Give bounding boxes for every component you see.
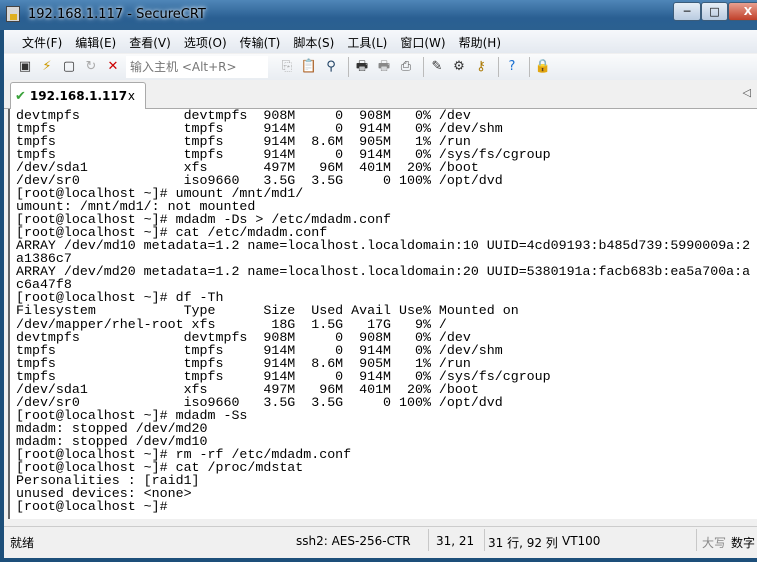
status-divider	[484, 529, 485, 551]
toolbar-divider	[529, 57, 530, 77]
menu-transfer[interactable]: 传输(T)	[234, 30, 286, 53]
status-cursor-position: 31, 21	[436, 534, 475, 548]
status-ready: 就绪	[10, 536, 35, 550]
toolbar-divider	[498, 57, 499, 77]
terminal-output: devtmpfs devtmpfs 908M 0 908M 0% /dev tmp…	[16, 109, 750, 513]
terminal-line: devtmpfs devtmpfs 908M 0 908M 0% /dev	[16, 329, 471, 345]
menu-window[interactable]: 窗口(W)	[394, 30, 450, 53]
host-input[interactable]	[126, 56, 268, 78]
terminal-line: /dev/sr0 iso9660 3.5G 3.5G 0 100% /opt/d…	[16, 394, 503, 410]
status-emulation: VT100	[562, 534, 601, 548]
app-frame: 文件(F) 编辑(E) 查看(V) 选项(O) 传输(T) 脚本(S) 工具(L…	[4, 30, 757, 558]
terminal-line: [root@localhost ~]# rm -rf /etc/mdadm.co…	[16, 446, 352, 462]
menu-tools[interactable]: 工具(L)	[341, 30, 392, 53]
terminal-view[interactable]: devtmpfs devtmpfs 908M 0 908M 0% /dev tmp…	[8, 109, 757, 519]
disconnect-icon[interactable]: ✕	[104, 58, 122, 76]
terminal-line: /dev/sda1 xfs 497M 96M 401M 20% /boot	[16, 381, 479, 397]
status-bar: 就绪 ssh2: AES-256-CTR 31, 21 31 行, 92 列 V…	[4, 526, 757, 554]
menu-script[interactable]: 脚本(S)	[287, 30, 339, 53]
global-options-icon[interactable]: ⚙	[450, 58, 468, 76]
session-tab-bar: ✔ 192.168.1.117 x ◁	[4, 80, 757, 109]
print-icon[interactable]: ⎙	[397, 58, 415, 76]
terminal-line: mdadm: stopped /dev/md20	[16, 420, 208, 436]
terminal-line: [root@localhost ~]# mdadm -Ss	[16, 407, 248, 423]
print-screen-icon[interactable]: 🖶	[353, 58, 371, 76]
status-divider	[696, 529, 697, 551]
terminal-line: mdadm: stopped /dev/md10	[16, 433, 208, 449]
terminal-line: unused devices: <none>	[16, 485, 192, 501]
securecrt-app-icon	[6, 6, 20, 22]
menu-edit[interactable]: 编辑(E)	[69, 30, 121, 53]
sftp-icon[interactable]: 🔒	[534, 58, 552, 76]
toolbar: ▣ ⚡ ▢ ↻ ✕ ⎘ 📋 ⚲ 🖶 🖶 ⎙ ✎ ⚙ ⚷ ? 🔒	[4, 54, 757, 80]
connect-in-tab-icon[interactable]: ▢	[60, 58, 78, 76]
print-selection-icon[interactable]: 🖶	[375, 58, 393, 76]
status-num-lock: 数字	[731, 536, 756, 550]
find-icon[interactable]: ⚲	[322, 58, 340, 76]
terminal-line: Personalities : [raid1]	[16, 472, 200, 488]
terminal-line: ARRAY /dev/md20 metadata=1.2 name=localh…	[16, 264, 751, 280]
reconnect-icon[interactable]: ↻	[82, 58, 100, 76]
menu-bar: 文件(F) 编辑(E) 查看(V) 选项(O) 传输(T) 脚本(S) 工具(L…	[4, 30, 757, 53]
terminal-line: tmpfs tmpfs 914M 0 914M 0% /dev/shm	[16, 342, 503, 358]
quick-connect-icon[interactable]: ⚡	[38, 58, 56, 76]
title-bar: 192.168.1.117 - SecureCRT ─ □ X	[0, 0, 757, 30]
terminal-line: tmpfs tmpfs 914M 8.6M 905M 1% /run	[16, 355, 471, 371]
status-cipher: ssh2: AES-256-CTR	[296, 534, 411, 548]
help-icon[interactable]: ?	[503, 58, 521, 76]
copy-icon[interactable]: ⎘	[278, 58, 296, 76]
maximize-button[interactable]: □	[701, 2, 728, 21]
close-button[interactable]: X	[728, 2, 757, 21]
terminal-line: tmpfs tmpfs 914M 0 914M 0% /sys/fs/cgrou…	[16, 368, 551, 384]
minimize-button[interactable]: ─	[673, 2, 701, 21]
terminal-line: Filesystem Type Size Used Avail Use% Mou…	[16, 303, 519, 319]
terminal-line: [root@localhost ~]#	[16, 498, 168, 514]
window-title: 192.168.1.117 - SecureCRT	[28, 7, 206, 22]
status-caps-lock: 大写	[702, 536, 727, 550]
tab-scroll-left-icon[interactable]: ◁	[743, 86, 751, 99]
toolbar-divider	[423, 57, 424, 77]
paste-icon[interactable]: 📋	[300, 58, 318, 76]
connect-icon[interactable]: ▣	[16, 58, 34, 76]
menu-file[interactable]: 文件(F)	[16, 30, 67, 53]
menu-view[interactable]: 查看(V)	[123, 30, 176, 53]
menu-help[interactable]: 帮助(H)	[453, 30, 506, 53]
menu-options[interactable]: 选项(O)	[178, 30, 232, 53]
tab-label: 192.168.1.117	[29, 89, 128, 103]
terminal-line: /dev/mapper/rhel-root xfs 18G 1.5G 17G 9…	[16, 316, 447, 332]
toolbar-divider	[348, 57, 349, 77]
key-icon[interactable]: ⚷	[472, 58, 490, 76]
terminal-line: ARRAY /dev/md10 metadata=1.2 name=localh…	[16, 238, 751, 254]
terminal-line: [root@localhost ~]# cat /proc/mdstat	[16, 459, 304, 475]
tab-session[interactable]: ✔ 192.168.1.117 x	[10, 82, 146, 109]
tab-close-icon[interactable]: x	[128, 89, 135, 103]
connected-check-icon: ✔	[15, 88, 26, 104]
status-divider	[428, 529, 429, 551]
session-options-icon[interactable]: ✎	[428, 58, 446, 76]
status-terminal-size: 31 行, 92 列	[488, 536, 558, 550]
